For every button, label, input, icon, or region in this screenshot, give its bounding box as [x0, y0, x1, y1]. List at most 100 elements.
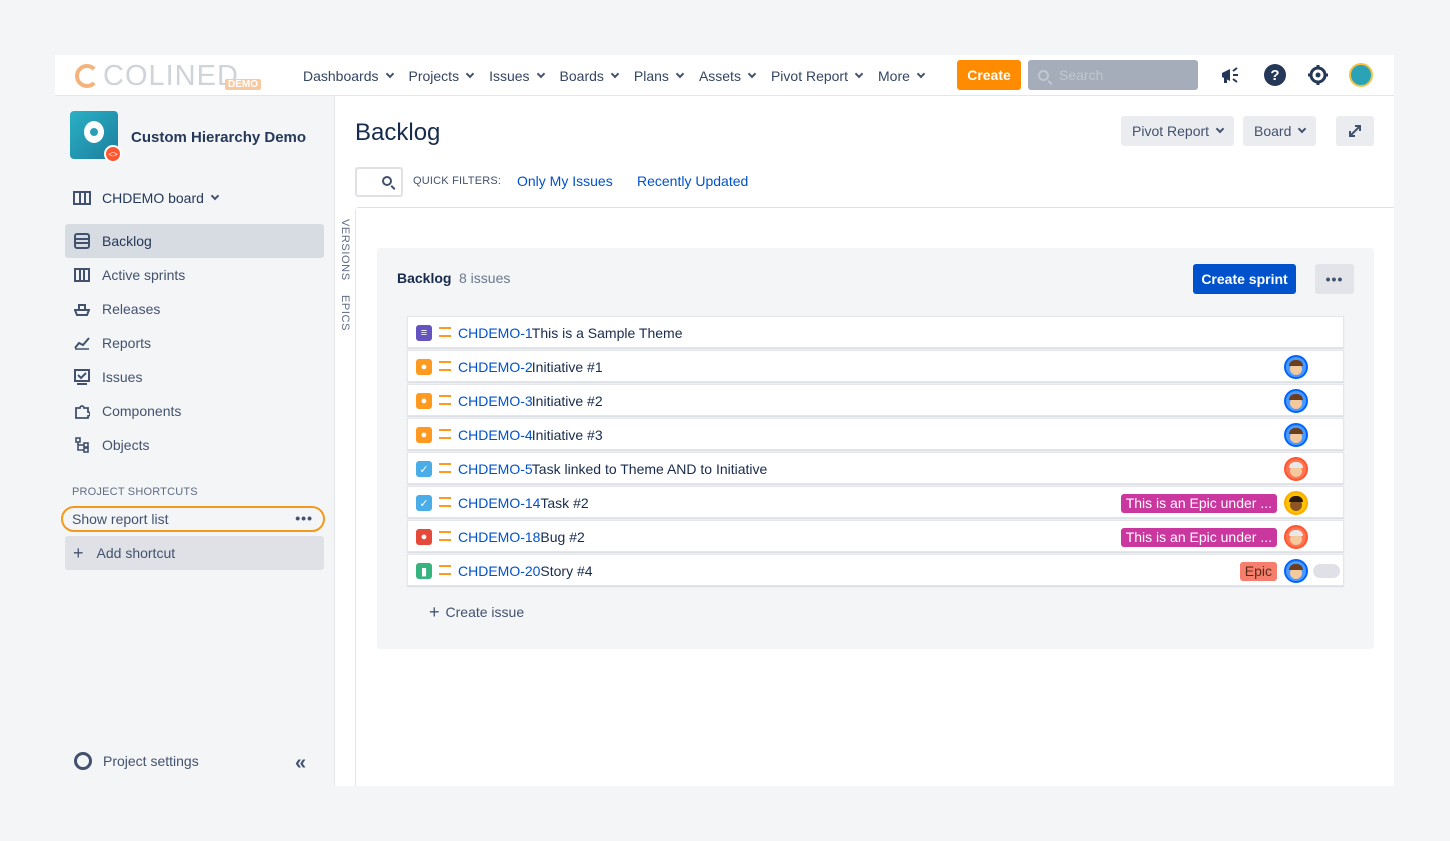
filter-recently-updated[interactable]: Recently Updated [637, 173, 748, 189]
issue-row[interactable]: ● CHDEMO-2 Initiative #1 [407, 350, 1344, 382]
create-issue-button[interactable]: + Create issue [429, 603, 524, 621]
sidebar-item-issues[interactable]: Issues [65, 360, 324, 394]
filter-search-button[interactable] [355, 167, 403, 197]
divider [357, 207, 1394, 208]
nav-projects[interactable]: Projects [409, 68, 475, 84]
pivot-report-label: Pivot Report [1132, 123, 1210, 139]
create-issue-label: Create issue [445, 604, 525, 620]
assignee-avatar[interactable] [1284, 559, 1308, 583]
search-input[interactable]: Search [1028, 60, 1198, 90]
issue-count: 8 issues [459, 270, 511, 286]
sidebar-item-label: Active sprints [102, 267, 186, 283]
chevron-down-icon [1215, 124, 1225, 134]
nav-label: Dashboards [303, 67, 379, 84]
issue-key[interactable]: CHDEMO-20 [458, 563, 540, 579]
search-icon [382, 176, 392, 186]
quick-filters-label: QUICK FILTERS: [413, 175, 502, 187]
help-icon[interactable]: ? [1263, 63, 1287, 87]
nav-boards[interactable]: Boards [559, 67, 620, 84]
initiative-type-icon: ● [416, 359, 432, 375]
project-badge-icon: <> [104, 145, 122, 163]
pivot-report-button[interactable]: Pivot Report [1121, 116, 1235, 146]
sidebar-nav: Backlog Active sprints Releases Reports … [65, 224, 324, 462]
project-settings-link[interactable]: Project settings [74, 752, 199, 770]
create-button[interactable]: Create [957, 60, 1021, 90]
fullscreen-expand-icon[interactable] [1336, 116, 1374, 146]
more-options-icon[interactable]: ••• [295, 510, 313, 526]
issue-row[interactable]: ≡ CHDEMO-1 This is a Sample Theme [407, 316, 1344, 348]
project-name[interactable]: Custom Hierarchy Demo [131, 129, 306, 146]
tab-versions[interactable]: VERSIONS [339, 219, 351, 281]
board-icon [73, 267, 91, 283]
issue-row[interactable]: ✓ CHDEMO-14 Task #2 This is an Epic under .… [407, 486, 1344, 518]
assignee-avatar[interactable] [1284, 525, 1308, 549]
epic-label[interactable]: This is an Epic under ... [1120, 528, 1277, 547]
assignee-avatar[interactable] [1284, 423, 1308, 447]
nav-assets[interactable]: Assets [698, 67, 757, 84]
app-window: COLINED DEMO Dashboards Projects Issues … [55, 55, 1394, 786]
assignee-avatar[interactable] [1284, 491, 1308, 515]
nav-issues[interactable]: Issues [489, 68, 545, 84]
nav-plans[interactable]: Plans [634, 68, 685, 84]
logo-badge: DEMO [225, 79, 261, 90]
epic-label[interactable]: This is an Epic under ... [1120, 494, 1277, 513]
priority-medium-icon [439, 565, 451, 575]
add-shortcut-button[interactable]: + Add shortcut [65, 536, 324, 570]
sidebar-item-objects[interactable]: Objects [65, 428, 324, 462]
board-selector-label: CHDEMO board [102, 190, 204, 206]
sidebar-item-reports[interactable]: Reports [65, 326, 324, 360]
nav-pivot-report[interactable]: Pivot Report [771, 68, 864, 84]
project-avatar[interactable]: <> [70, 111, 122, 163]
sidebar-item-backlog[interactable]: Backlog [65, 224, 324, 258]
assignee-avatar[interactable] [1284, 355, 1308, 379]
add-shortcut-label: Add shortcut [96, 545, 176, 561]
sidebar-item-releases[interactable]: Releases [65, 292, 324, 326]
sidebar-item-label: Objects [102, 437, 150, 453]
epic-label[interactable]: Epic [1239, 562, 1277, 581]
issue-row[interactable]: ▮ CHDEMO-20 Story #4 Epic [407, 554, 1344, 586]
search-placeholder: Search [1059, 67, 1104, 83]
issue-row[interactable]: ● CHDEMO-3 Initiative #2 [407, 384, 1344, 416]
tab-epics[interactable]: EPICS [339, 295, 351, 331]
toggle-switch[interactable] [1313, 564, 1340, 578]
issue-key[interactable]: CHDEMO-5 [458, 461, 533, 477]
create-sprint-button[interactable]: Create sprint [1193, 264, 1296, 294]
issue-row[interactable]: ● CHDEMO-4 Initiative #3 [407, 418, 1344, 450]
backlog-more-button[interactable]: ••• [1315, 264, 1354, 294]
assignee-avatar[interactable] [1284, 389, 1308, 413]
chevron-down-icon [854, 69, 864, 78]
filter-only-my-issues[interactable]: Only My Issues [517, 173, 613, 189]
assignee-avatar[interactable] [1284, 457, 1308, 481]
issue-key[interactable]: CHDEMO-2 [458, 359, 533, 375]
nav-label: Assets [698, 67, 741, 84]
task-type-icon: ✓ [416, 461, 432, 477]
issue-key[interactable]: CHDEMO-4 [458, 427, 533, 443]
sidebar-item-active-sprints[interactable]: Active sprints [65, 258, 324, 292]
nav-more[interactable]: More [878, 68, 926, 84]
user-avatar[interactable] [1349, 63, 1373, 87]
logo-mark-icon [75, 64, 99, 88]
chevron-down-icon [610, 69, 620, 78]
issue-row[interactable]: ✓ CHDEMO-5 Task linked to Theme AND to Ini… [407, 452, 1344, 484]
nav-dashboards[interactable]: Dashboards [303, 67, 394, 84]
chevron-down-icon [465, 69, 475, 78]
notifications-megaphone-icon[interactable] [1218, 63, 1242, 87]
board-selector[interactable]: CHDEMO board [73, 190, 220, 206]
issue-key[interactable]: CHDEMO-14 [458, 495, 540, 511]
issue-key[interactable]: CHDEMO-3 [458, 393, 533, 409]
gear-icon [74, 752, 92, 770]
collapse-sidebar-icon[interactable]: « [295, 752, 306, 775]
chevron-down-icon [747, 69, 757, 78]
issue-row[interactable]: ● CHDEMO-18 Bug #2 This is an Epic under ..… [407, 520, 1344, 552]
app-logo[interactable]: COLINED DEMO [75, 59, 265, 93]
nav-label: Boards [559, 67, 604, 84]
board-button[interactable]: Board [1243, 116, 1317, 146]
priority-medium-icon [439, 497, 451, 507]
shortcut-show-report-list[interactable]: Show report list ••• [61, 506, 325, 532]
sidebar-item-components[interactable]: Components [65, 394, 324, 428]
story-type-icon: ▮ [416, 563, 432, 579]
plus-icon: + [73, 543, 84, 563]
settings-gear-icon[interactable] [1306, 63, 1330, 87]
issue-key[interactable]: CHDEMO-1 [458, 325, 533, 341]
issue-key[interactable]: CHDEMO-18 [458, 529, 540, 545]
